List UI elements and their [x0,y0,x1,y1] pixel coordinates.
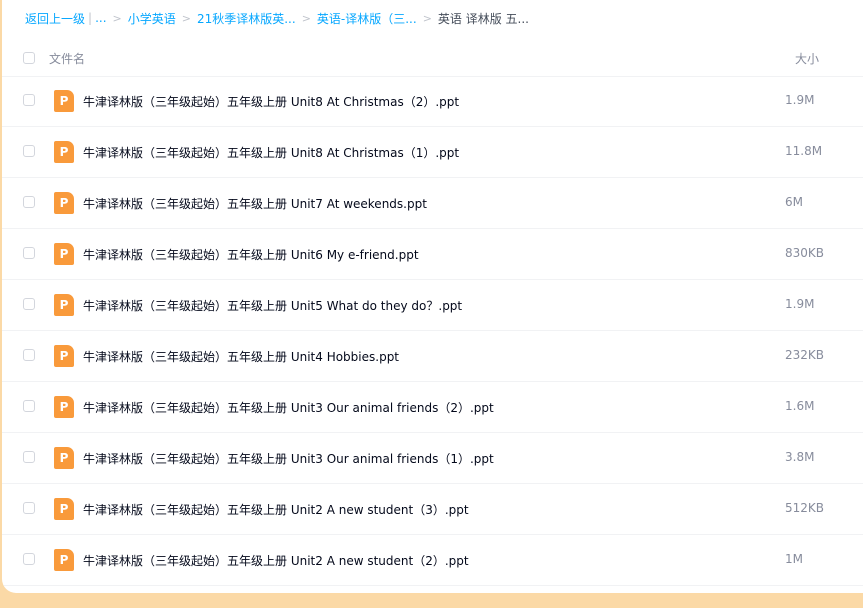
file-row[interactable]: 牛津译林版（三年级起始）五年级上册 Unit5 What do they do？… [2,280,863,331]
breadcrumb-current: 英语 译林版 五... [437,11,529,26]
file-row[interactable]: 牛津译林版（三年级起始）五年级上册 Unit7 At weekends.ppt … [2,178,863,229]
ppt-file-icon [54,141,74,163]
file-name[interactable]: 牛津译林版（三年级起始）五年级上册 Unit8 At Christmas（2）.… [83,93,459,110]
chevron-right-icon: > [181,11,191,25]
ppt-file-icon [54,243,74,265]
file-size: 1.6M [785,399,815,413]
file-name[interactable]: 牛津译林版（三年级起始）五年级上册 Unit4 Hobbies.ppt [83,348,399,365]
row-checkbox[interactable] [23,145,35,157]
file-name[interactable]: 牛津译林版（三年级起始）五年级上册 Unit8 At Christmas（1）.… [83,144,459,161]
file-size: 1.9M [785,93,815,107]
select-all-checkbox[interactable] [23,52,35,64]
ppt-file-icon [54,447,74,469]
breadcrumb-item-autumn-edition[interactable]: 21秋季译林版英... [197,10,296,27]
ppt-file-icon [54,192,74,214]
file-size: 11.8M [785,144,823,158]
file-name[interactable]: 牛津译林版（三年级起始）五年级上册 Unit2 A new student（3）… [83,501,469,518]
row-checkbox[interactable] [23,247,35,259]
ppt-file-icon [54,294,74,316]
file-row[interactable]: 牛津译林版（三年级起始）五年级上册 Unit4 Hobbies.ppt 232K… [2,331,863,382]
file-row[interactable]: 牛津译林版（三年级起始）五年级上册 Unit8 At Christmas（1）.… [2,127,863,178]
file-list: 牛津译林版（三年级起始）五年级上册 Unit8 At Christmas（2）.… [2,76,863,586]
row-checkbox[interactable] [23,553,35,565]
ppt-file-icon [54,396,74,418]
file-row[interactable]: 牛津译林版（三年级起始）五年级上册 Unit2 A new student（3）… [2,484,863,535]
file-browser-panel: 返回上一级 | ... > 小学英语 > 21秋季译林版英... > 英语-译林… [2,0,863,593]
file-row[interactable]: 牛津译林版（三年级起始）五年级上册 Unit6 My e-friend.ppt … [2,229,863,280]
file-size: 3.8M [785,450,815,464]
file-row[interactable]: 牛津译林版（三年级起始）五年级上册 Unit2 A new student（2）… [2,535,863,586]
file-size: 6M [785,195,803,209]
ppt-file-icon [54,549,74,571]
breadcrumb-back-link[interactable]: 返回上一级 [25,10,85,27]
file-row[interactable]: 牛津译林版（三年级起始）五年级上册 Unit3 Our animal frien… [2,382,863,433]
file-row[interactable]: 牛津译林版（三年级起始）五年级上册 Unit8 At Christmas（2）.… [2,76,863,127]
chevron-right-icon: > [301,11,311,25]
breadcrumb-item-yilin-edition[interactable]: 英语-译林版（三... [317,10,417,27]
file-name[interactable]: 牛津译林版（三年级起始）五年级上册 Unit3 Our animal frien… [83,450,494,467]
breadcrumb-divider: | [88,11,93,25]
file-size: 512KB [785,501,825,515]
row-checkbox[interactable] [23,400,35,412]
file-row[interactable]: 牛津译林版（三年级起始）五年级上册 Unit3 Our animal frien… [2,433,863,484]
ppt-file-icon [54,498,74,520]
file-name[interactable]: 牛津译林版（三年级起始）五年级上册 Unit7 At weekends.ppt [83,195,427,212]
ppt-file-icon [54,345,74,367]
file-name[interactable]: 牛津译林版（三年级起始）五年级上册 Unit5 What do they do？… [83,297,462,314]
file-size: 830KB [785,246,825,260]
ppt-file-icon [54,90,74,112]
file-name[interactable]: 牛津译林版（三年级起始）五年级上册 Unit3 Our animal frien… [83,399,494,416]
row-checkbox[interactable] [23,94,35,106]
file-name[interactable]: 牛津译林版（三年级起始）五年级上册 Unit2 A new student（2）… [83,552,469,569]
row-checkbox[interactable] [23,349,35,361]
chevron-right-icon: > [422,11,432,25]
row-checkbox[interactable] [23,451,35,463]
chevron-right-icon: > [112,11,122,25]
breadcrumb: 返回上一级 | ... > 小学英语 > 21秋季译林版英... > 英语-译林… [25,0,529,36]
column-header-size[interactable]: 大小 [795,50,819,67]
file-size: 1.9M [785,297,815,311]
row-checkbox[interactable] [23,298,35,310]
file-size: 232KB [785,348,825,362]
breadcrumb-item-primary-english[interactable]: 小学英语 [128,10,176,27]
file-name[interactable]: 牛津译林版（三年级起始）五年级上册 Unit6 My e-friend.ppt [83,246,419,263]
row-checkbox[interactable] [23,502,35,514]
row-checkbox[interactable] [23,196,35,208]
file-size: 1M [785,552,803,566]
column-header-name[interactable]: 文件名 [49,50,85,67]
breadcrumb-ellipsis-link[interactable]: ... [95,11,106,25]
file-list-header: 文件名 大小 [2,38,863,77]
